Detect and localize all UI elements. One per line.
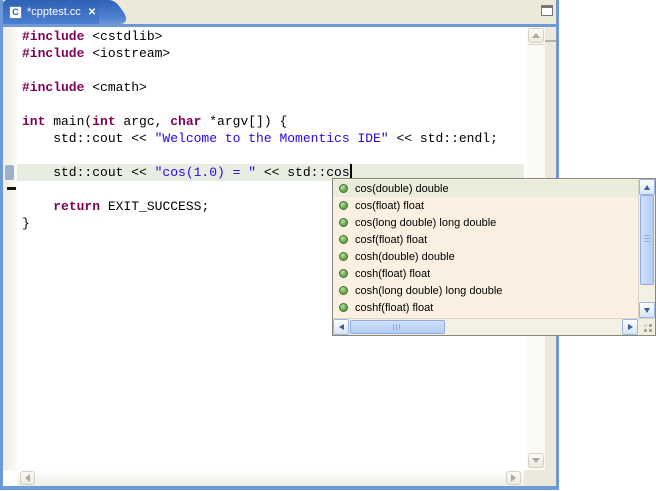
chevron-right-icon bbox=[511, 474, 516, 482]
popup-hscroll-thumb[interactable] bbox=[350, 320, 445, 334]
close-icon[interactable]: ✕ bbox=[88, 7, 96, 18]
tab-folder-decoration bbox=[545, 40, 556, 42]
annotation-ruler bbox=[3, 27, 17, 470]
editor-tab-bar: C *cpptest.cc ✕ bbox=[3, 0, 556, 24]
code-token: return bbox=[53, 199, 100, 214]
editor-horizontal-scrollbar[interactable] bbox=[17, 470, 524, 486]
chevron-left-icon bbox=[25, 474, 30, 482]
chevron-down-icon bbox=[644, 308, 650, 313]
code-token: "Welcome to the Momentics IDE" bbox=[155, 131, 389, 146]
autocomplete-item-label: coshf(float) float bbox=[355, 302, 433, 314]
autocomplete-item-label: cosh(double) double bbox=[355, 251, 455, 263]
function-proposal-icon bbox=[339, 201, 348, 210]
code-token: } bbox=[22, 216, 30, 231]
function-proposal-icon bbox=[339, 184, 348, 193]
autocomplete-item[interactable]: coshf(float) float bbox=[333, 299, 638, 316]
autocomplete-item[interactable]: cosf(float) float bbox=[333, 231, 638, 248]
popup-scroll-right-button[interactable] bbox=[622, 319, 638, 335]
maximize-button[interactable] bbox=[541, 5, 553, 16]
code-token: argc, bbox=[116, 114, 171, 129]
scrollbar-corner bbox=[524, 470, 545, 486]
code-line[interactable]: #include <cmath> bbox=[17, 79, 524, 96]
autocomplete-popup: cos(double) double cos(float) float cos(lo… bbox=[332, 178, 656, 336]
code-line[interactable]: int main(int argc, char *argv[]) { bbox=[17, 113, 524, 130]
code-line[interactable]: #include <cstdlib> bbox=[17, 28, 524, 45]
autocomplete-item-label: cosh(long double) long double bbox=[355, 285, 502, 297]
code-token: std::cout << bbox=[22, 131, 155, 146]
code-token bbox=[22, 199, 53, 214]
autocomplete-item-label: cos(double) double bbox=[355, 183, 449, 195]
popup-scroll-down-button[interactable] bbox=[639, 302, 655, 318]
popup-vertical-scrollbar[interactable] bbox=[638, 179, 655, 318]
code-token: <iostream> bbox=[84, 46, 170, 61]
code-token: <cmath> bbox=[84, 80, 146, 95]
chevron-down-icon bbox=[532, 458, 540, 463]
popup-scroll-up-button[interactable] bbox=[639, 179, 655, 195]
code-token: #include bbox=[22, 46, 84, 61]
code-line[interactable]: #include <iostream> bbox=[17, 45, 524, 62]
scroll-left-button[interactable] bbox=[20, 471, 35, 485]
chevron-up-icon bbox=[532, 33, 540, 38]
popup-scroll-left-button[interactable] bbox=[333, 319, 349, 335]
function-proposal-icon bbox=[339, 286, 348, 295]
autocomplete-item-label: cos(long double) long double bbox=[355, 217, 496, 229]
code-line[interactable]: std::cout << "Welcome to the Momentics I… bbox=[17, 130, 524, 147]
text-caret bbox=[350, 164, 352, 179]
chevron-right-icon bbox=[628, 324, 633, 330]
function-proposal-icon bbox=[339, 252, 348, 261]
popup-vscroll-thumb[interactable] bbox=[640, 195, 654, 285]
scroll-up-button[interactable] bbox=[528, 28, 544, 43]
chevron-up-icon bbox=[644, 185, 650, 190]
code-token: #include bbox=[22, 29, 84, 44]
code-token: "cos(1.0) = " bbox=[155, 165, 256, 180]
code-token: *argv[]) { bbox=[201, 114, 287, 129]
code-token: <cstdlib> bbox=[84, 29, 162, 44]
code-token: main( bbox=[45, 114, 92, 129]
code-token: int bbox=[22, 114, 45, 129]
code-token: #include bbox=[22, 80, 84, 95]
code-line[interactable] bbox=[17, 62, 524, 79]
autocomplete-item-label: cosh(float) float bbox=[355, 268, 430, 280]
chevron-left-icon bbox=[339, 324, 344, 330]
code-line[interactable] bbox=[17, 96, 524, 113]
current-line-marker bbox=[5, 165, 14, 180]
code-token: char bbox=[170, 114, 201, 129]
autocomplete-item[interactable]: cos(float) float bbox=[333, 197, 638, 214]
autocomplete-item-label: cosf(float) float bbox=[355, 234, 427, 246]
autocomplete-item-label: cos(float) float bbox=[355, 200, 424, 212]
code-token: EXIT_SUCCESS; bbox=[100, 199, 209, 214]
autocomplete-list: cos(double) double cos(float) float cos(lo… bbox=[333, 180, 638, 318]
fold-collapse-icon[interactable] bbox=[7, 187, 16, 190]
popup-horizontal-scrollbar[interactable] bbox=[333, 318, 638, 335]
function-proposal-icon bbox=[339, 218, 348, 227]
tab-cpptest[interactable]: C *cpptest.cc ✕ bbox=[3, 0, 99, 24]
code-token: std::cout << bbox=[22, 165, 155, 180]
scroll-right-button[interactable] bbox=[506, 471, 521, 485]
autocomplete-item[interactable]: cosh(float) float bbox=[333, 265, 638, 282]
scrollbar-divider bbox=[528, 44, 544, 45]
function-proposal-icon bbox=[339, 303, 348, 312]
resize-grip[interactable] bbox=[638, 318, 655, 335]
scroll-down-button[interactable] bbox=[528, 453, 544, 468]
autocomplete-item[interactable]: cos(long double) long double bbox=[333, 214, 638, 231]
autocomplete-item[interactable]: cosh(double) double bbox=[333, 248, 638, 265]
function-proposal-icon bbox=[339, 269, 348, 278]
code-line[interactable] bbox=[17, 147, 524, 164]
code-token: int bbox=[92, 114, 115, 129]
code-token: << std::endl; bbox=[389, 131, 498, 146]
c-file-icon: C bbox=[9, 6, 22, 19]
autocomplete-item[interactable]: cosh(long double) long double bbox=[333, 282, 638, 299]
autocomplete-item[interactable]: cos(double) double bbox=[333, 180, 638, 197]
function-proposal-icon bbox=[339, 235, 348, 244]
tab-title: *cpptest.cc bbox=[27, 6, 81, 18]
